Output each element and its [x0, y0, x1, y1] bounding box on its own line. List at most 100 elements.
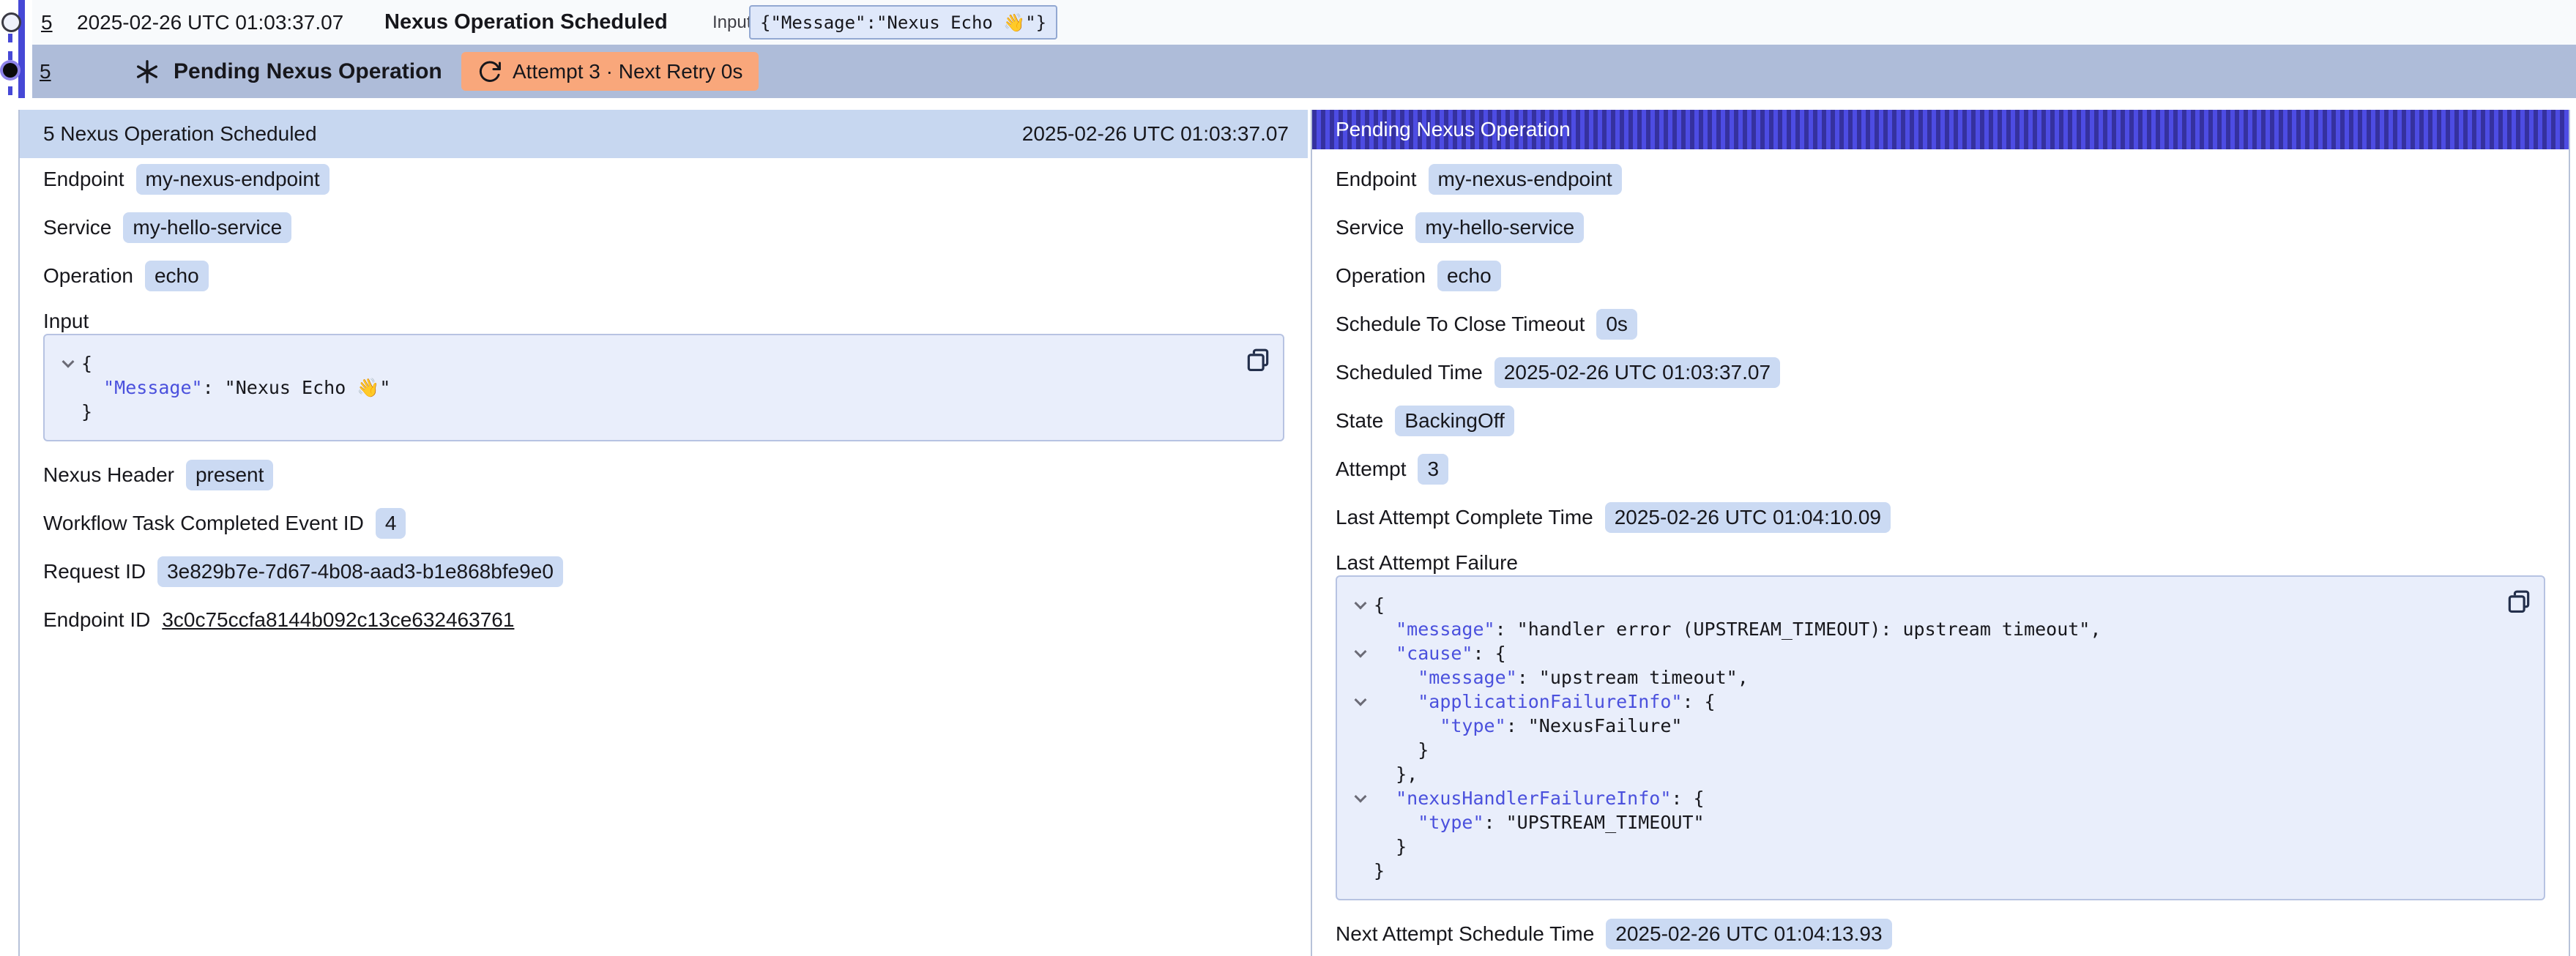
- pending-panel-header-title: Pending Nexus Operation: [1336, 118, 1571, 141]
- field-label: Endpoint ID: [43, 608, 150, 632]
- field-value-badge: my-hello-service: [1415, 212, 1584, 243]
- field-value-badge: my-nexus-endpoint: [1429, 164, 1622, 195]
- pending-row-title: Pending Nexus Operation: [174, 45, 442, 98]
- event-timestamp: 2025-02-26 UTC 01:03:37.07: [77, 0, 343, 45]
- code-text: }: [1374, 834, 1407, 859]
- code-gutter: [1347, 738, 1374, 762]
- field-value-badge: 3: [1418, 454, 1448, 485]
- event-title: Nexus Operation Scheduled: [384, 0, 668, 45]
- field-row-attempt: Attempt 3: [1336, 454, 2545, 484]
- pending-operation-panel: Pending Nexus Operation Endpoint my-nexus…: [1311, 110, 2570, 956]
- code-gutter: [1347, 859, 1374, 883]
- code-gutter: [55, 400, 81, 424]
- field-value-badge: my-hello-service: [123, 212, 291, 243]
- field-label: Service: [1336, 216, 1404, 239]
- code-text: "type": "NexusFailure": [1374, 714, 1682, 738]
- code-line: "Message": "Nexus Echo 👋": [55, 376, 1232, 400]
- collapse-chevron-icon[interactable]: [1355, 645, 1367, 657]
- field-label: Workflow Task Completed Event ID: [43, 512, 364, 535]
- field-row-service: Service my-hello-service: [1336, 212, 2545, 242]
- pending-panel-body: Endpoint my-nexus-endpoint Service my-hello…: [1312, 149, 2569, 949]
- pending-nexus-operation-row[interactable]: 5 Pending Nexus Operation Attempt 3 · Ne…: [32, 45, 2576, 98]
- field-row-nexus-header: Nexus Headerpresent: [43, 460, 1284, 490]
- collapse-chevron-icon[interactable]: [1355, 693, 1367, 706]
- field-label: Attempt: [1336, 458, 1406, 481]
- pending-fields-bottom: Next Attempt Schedule Time 2025-02-26 UTC…: [1336, 919, 2545, 949]
- field-row-workflow-task-completed-event-id: Workflow Task Completed Event ID4: [43, 508, 1284, 538]
- field-label: Endpoint: [43, 168, 124, 191]
- code-gutter: [1347, 786, 1374, 810]
- field-row-service: Service my-hello-service: [43, 212, 1284, 242]
- field-value-badge: BackingOff: [1395, 406, 1514, 436]
- field-row-endpoint-id: Endpoint ID 3c0c75ccfa8144b092c13ce632463…: [43, 605, 1284, 635]
- event-detail-header: 5 Nexus Operation Scheduled 2025-02-26 U…: [20, 110, 1308, 158]
- pending-row-id-link[interactable]: 5: [40, 45, 51, 98]
- field-row-state: State BackingOff: [1336, 406, 2545, 436]
- field-row-request-id: Request ID 3e829b7e-7d67-4b08-aad3-b1e868…: [43, 556, 1284, 586]
- collapse-chevron-icon[interactable]: [62, 355, 75, 367]
- copy-button[interactable]: [2504, 587, 2534, 616]
- code-gutter: [1347, 762, 1374, 786]
- timeline-active-bar: [18, 0, 25, 98]
- field-label: Next Attempt Schedule Time: [1336, 922, 1594, 946]
- field-label: State: [1336, 409, 1383, 433]
- temporal-event-history-view: 5 2025-02-26 UTC 01:03:37.07 Nexus Opera…: [0, 0, 2576, 956]
- field-value-badge: 3e829b7e-7d67-4b08-aad3-b1e868bfe9e0: [157, 556, 563, 587]
- code-text: }: [81, 400, 92, 424]
- code-gutter: [55, 376, 81, 400]
- failure-section-label: Last Attempt Failure: [1336, 550, 2545, 575]
- collapse-chevron-icon[interactable]: [1355, 597, 1367, 609]
- failure-json-lines: { "message": "handler error (UPSTREAM_TI…: [1347, 593, 2493, 883]
- copy-icon: [2505, 588, 2533, 616]
- event-input-label: Input: [712, 0, 751, 45]
- code-gutter: [1347, 810, 1374, 834]
- field-value-badge: echo: [145, 261, 209, 291]
- event-fields-bottom: Nexus Headerpresent Workflow Task Complet…: [43, 460, 1284, 635]
- field-row-endpoint: Endpoint my-nexus-endpoint: [43, 164, 1284, 194]
- event-history-row-scheduled[interactable]: 5 2025-02-26 UTC 01:03:37.07 Nexus Opera…: [32, 0, 2576, 45]
- pending-fields-top: Endpoint my-nexus-endpoint Service my-hello…: [1336, 164, 2545, 532]
- code-gutter: [1347, 714, 1374, 738]
- code-line: "nexusHandlerFailureInfo": {: [1347, 786, 2493, 810]
- field-label: Schedule To Close Timeout: [1336, 313, 1585, 336]
- field-label: Service: [43, 216, 111, 239]
- code-line: "type": "UPSTREAM_TIMEOUT": [1347, 810, 2493, 834]
- copy-button[interactable]: [1243, 346, 1273, 375]
- event-id-link[interactable]: 5: [41, 0, 53, 45]
- retry-icon: [477, 59, 502, 84]
- field-label: Endpoint: [1336, 168, 1417, 191]
- code-text: {: [1374, 593, 1385, 617]
- event-detail-panel: 5 Nexus Operation Scheduled 2025-02-26 U…: [18, 110, 1308, 956]
- field-label: Request ID: [43, 560, 146, 583]
- event-fields-top: Endpoint my-nexus-endpoint Service my-hello…: [43, 164, 1284, 291]
- event-detail-header-title: 5 Nexus Operation Scheduled: [43, 122, 317, 146]
- field-row-scheduled-time: Scheduled Time2025-02-26 UTC 01:03:37.07: [1336, 357, 2545, 387]
- field-value-badge: present: [186, 460, 273, 490]
- field-row-schedule-to-close-timeout: Schedule To Close Timeout 0s: [1336, 309, 2545, 339]
- code-text: }: [1374, 738, 1429, 762]
- code-text: },: [1374, 762, 1418, 786]
- field-row-next-attempt-schedule-time: Next Attempt Schedule Time 2025-02-26 UTC…: [1336, 919, 2545, 949]
- copy-icon: [1244, 346, 1272, 374]
- code-text: }: [1374, 859, 1385, 883]
- code-line: }: [1347, 834, 2493, 859]
- event-detail-body: Endpoint my-nexus-endpoint Service my-hello…: [20, 158, 1308, 635]
- code-line: {: [1347, 593, 2493, 617]
- timeline-node-current-icon: [3, 63, 18, 78]
- field-value-badge: 2025-02-26 UTC 01:04:10.09: [1605, 502, 1891, 533]
- code-line: "message": "upstream timeout",: [1347, 665, 2493, 690]
- field-value-badge: 2025-02-26 UTC 01:04:13.93: [1606, 919, 1891, 949]
- event-detail-header-timestamp: 2025-02-26 UTC 01:03:37.07: [1022, 122, 1289, 146]
- event-input-chip[interactable]: {"Message":"Nexus Echo 👋"}: [749, 5, 1057, 40]
- collapse-chevron-icon[interactable]: [1355, 790, 1367, 802]
- code-line: }: [1347, 859, 2493, 883]
- field-value-badge: 0s: [1596, 309, 1637, 340]
- field-value-badge: my-nexus-endpoint: [136, 164, 330, 195]
- field-label: Last Attempt Complete Time: [1336, 506, 1593, 529]
- pending-panel-header: Pending Nexus Operation: [1312, 110, 2569, 149]
- field-value-link[interactable]: 3c0c75ccfa8144b092c13ce632463761: [162, 605, 514, 635]
- field-row-operation: Operationecho: [1336, 261, 2545, 291]
- code-text: "message": "handler error (UPSTREAM_TIME…: [1374, 617, 2101, 641]
- code-gutter: [1347, 617, 1374, 641]
- code-text: "applicationFailureInfo": {: [1374, 690, 1716, 714]
